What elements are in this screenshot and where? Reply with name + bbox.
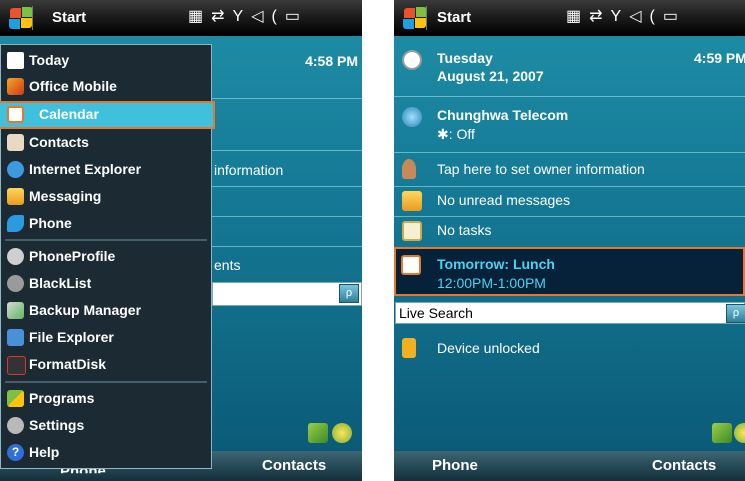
menu-separator	[5, 381, 207, 383]
phoneprofile-icon	[7, 248, 24, 265]
left-screen: Start ▦⇄Y◁(▭ 4:58 PM information ents ρ …	[0, 0, 362, 481]
date-full: August 21, 2007	[437, 68, 544, 84]
wireless-icon	[402, 107, 422, 127]
contacts-icon	[7, 134, 24, 151]
windows-start-icon[interactable]	[8, 6, 34, 30]
programs-icon	[7, 390, 24, 407]
status-globe-icon[interactable]	[734, 423, 745, 443]
menu-item-backup-manager[interactable]: Backup Manager	[1, 299, 211, 323]
help-icon: ?	[7, 444, 24, 461]
sync-icon[interactable]	[712, 423, 732, 443]
phone-icon	[7, 215, 24, 232]
menu-item-formatdisk[interactable]: FormatDisk	[1, 353, 211, 377]
clock-icon	[402, 50, 422, 70]
softkey-phone[interactable]: Phone	[432, 457, 478, 474]
start-menu: Today Office Mobile Calendar Contacts In…	[0, 44, 215, 469]
owner-info-text: Tap here to set owner information	[437, 161, 645, 177]
menu-item-phone[interactable]: Phone	[1, 212, 211, 236]
device-lock-row[interactable]: Device unlocked	[394, 336, 745, 362]
settings-icon	[7, 417, 24, 434]
status-globe-icon[interactable]	[332, 423, 352, 443]
tasks-icon	[402, 221, 422, 241]
menu-item-messaging[interactable]: Messaging	[1, 185, 211, 209]
file-explorer-icon	[7, 329, 24, 346]
menu-item-blacklist[interactable]: BlackList	[1, 272, 211, 296]
menu-item-help[interactable]: ? Help	[1, 441, 211, 465]
clock-time: 4:59 PM	[694, 50, 745, 66]
softkey-contacts[interactable]: Contacts	[262, 457, 326, 474]
messages-row[interactable]: No unread messages	[394, 188, 745, 214]
antenna-icon[interactable]: Y	[233, 8, 252, 25]
start-title[interactable]: Start	[52, 9, 86, 26]
volume-icon[interactable]: ◁(	[251, 8, 285, 25]
menu-item-internet-explorer[interactable]: Internet Explorer	[1, 158, 211, 182]
right-top-bar: Start ▦⇄Y◁(▭	[394, 0, 745, 36]
bluetooth-status: ✱: Off	[437, 126, 475, 142]
owner-info-row[interactable]: Tap here to set owner information	[394, 157, 745, 183]
messaging-icon	[7, 188, 24, 205]
status-icons: ▦⇄Y◁(▭	[566, 6, 686, 26]
status-icons: ▦⇄Y◁(▭	[188, 6, 308, 26]
menu-item-file-explorer[interactable]: File Explorer	[1, 326, 211, 350]
battery-icon[interactable]: ▭	[285, 8, 308, 25]
messages-text: No unread messages	[437, 192, 571, 208]
formatdisk-icon	[7, 356, 26, 375]
unlocked-padlock-icon	[402, 338, 416, 358]
antenna-icon[interactable]: Y	[611, 8, 630, 25]
search-icon[interactable]: ρ	[339, 284, 359, 303]
office-mobile-icon	[7, 78, 24, 95]
menu-item-contacts[interactable]: Contacts	[1, 131, 211, 155]
sync-icon[interactable]	[308, 423, 328, 443]
signal-off-icon[interactable]: ▦	[566, 8, 589, 25]
menu-item-office-mobile[interactable]: Office Mobile	[1, 75, 211, 99]
volume-icon[interactable]: ◁(	[629, 8, 663, 25]
search-field-fragment[interactable]: ρ	[212, 282, 362, 306]
windows-start-icon[interactable]	[402, 6, 428, 30]
owner-icon	[402, 159, 416, 179]
clock-time: 4:58 PM	[305, 53, 358, 69]
right-softkey-bar: Phone Contacts	[394, 451, 745, 481]
calendar-icon	[401, 255, 421, 275]
date-row[interactable]: Tuesday August 21, 2007 4:59 PM	[394, 44, 745, 92]
messaging-icon	[402, 191, 422, 211]
carrier-row[interactable]: Chunghwa Telecom ✱: Off	[394, 102, 745, 148]
menu-item-calendar[interactable]: Calendar	[0, 101, 215, 129]
tasks-row[interactable]: No tasks	[394, 218, 745, 244]
start-title[interactable]: Start	[437, 9, 471, 26]
search-icon[interactable]: ρ	[726, 304, 745, 323]
signal-off-icon[interactable]: ▦	[188, 8, 211, 25]
backup-manager-icon	[7, 302, 24, 319]
live-search-label: Live Search	[399, 305, 473, 321]
divider	[426, 6, 427, 30]
appointment-row[interactable]: Tomorrow: Lunch 12:00PM-1:00PM	[394, 247, 745, 296]
owner-info-text: information	[214, 162, 284, 178]
menu-item-today[interactable]: Today	[1, 49, 211, 73]
appointment-time: 12:00PM-1:00PM	[437, 275, 546, 291]
appointment-text: ents	[214, 257, 241, 273]
calendar-icon	[7, 106, 24, 123]
device-lock-text: Device unlocked	[437, 340, 540, 356]
battery-icon[interactable]: ▭	[663, 8, 686, 25]
live-search-field[interactable]: Live Search ρ	[395, 302, 745, 324]
connection-icon[interactable]: ⇄	[589, 8, 610, 25]
appointment-title: Tomorrow: Lunch	[437, 256, 555, 272]
menu-item-settings[interactable]: Settings	[1, 414, 211, 438]
tasks-text: No tasks	[437, 222, 492, 238]
date-day: Tuesday	[437, 50, 493, 66]
blacklist-icon	[7, 275, 24, 292]
right-screen: Start ▦⇄Y◁(▭ Tuesday August 21, 2007 4:5…	[394, 0, 745, 481]
today-icon	[7, 52, 24, 69]
carrier-name: Chunghwa Telecom	[437, 107, 569, 123]
divider	[32, 6, 33, 30]
menu-separator	[5, 239, 207, 241]
menu-item-phoneprofile[interactable]: PhoneProfile	[1, 245, 211, 269]
bluetooth-icon: ✱	[437, 126, 449, 142]
left-top-bar: Start ▦⇄Y◁(▭	[0, 0, 362, 36]
softkey-contacts[interactable]: Contacts	[652, 457, 716, 474]
internet-explorer-icon	[7, 161, 24, 178]
menu-item-programs[interactable]: Programs	[1, 387, 211, 411]
connection-icon[interactable]: ⇄	[211, 8, 232, 25]
